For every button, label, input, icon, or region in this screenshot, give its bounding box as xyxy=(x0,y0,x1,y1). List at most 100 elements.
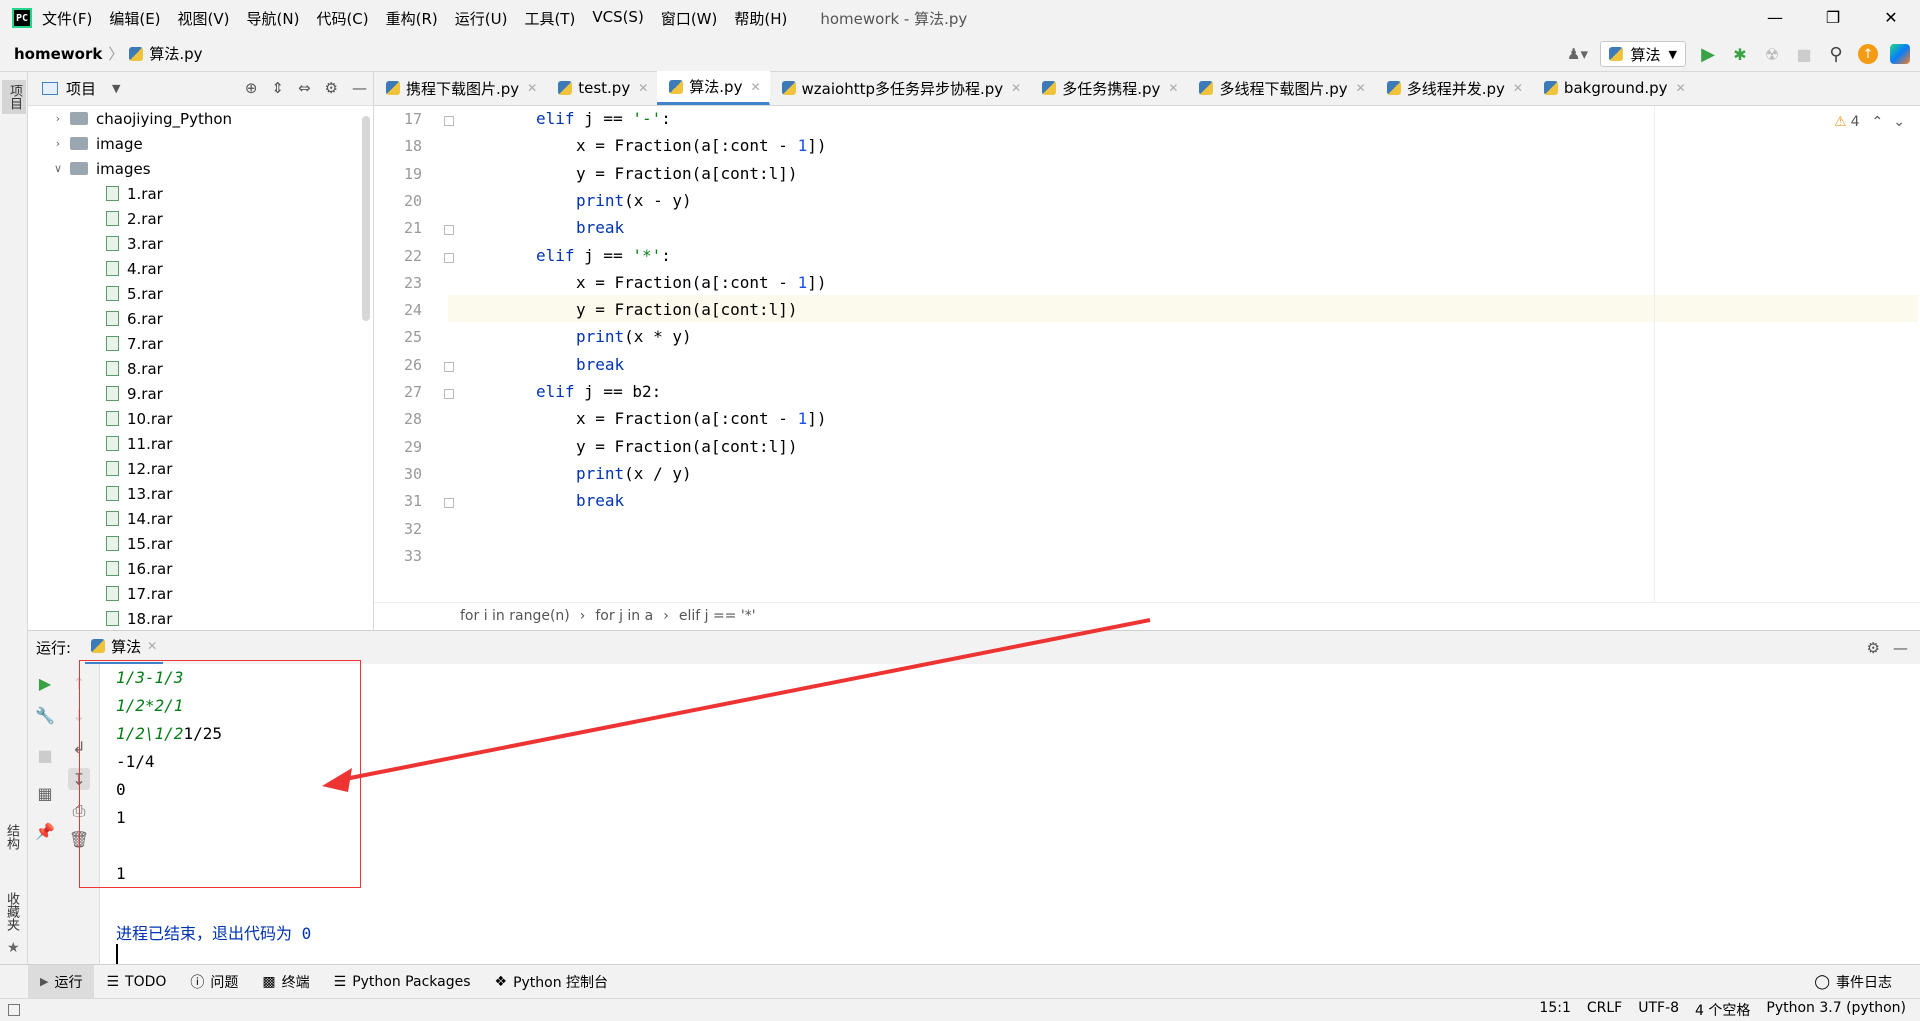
tree-file[interactable]: 8.rar xyxy=(28,356,358,381)
menu-tools[interactable]: 工具(T) xyxy=(524,8,575,29)
editor-tab[interactable]: 携程下载图片.py ✕ xyxy=(374,71,546,105)
chevron-down-icon[interactable]: ▼ xyxy=(112,82,120,95)
close-tab-icon[interactable]: ✕ xyxy=(1513,81,1523,95)
indent-setting[interactable]: 4 个空格 xyxy=(1695,1000,1750,1020)
chevron-right-icon[interactable]: › xyxy=(50,137,66,150)
collapse-all-icon[interactable]: ⇔ xyxy=(298,79,311,97)
bottom-tab-python-packages[interactable]: ☰ Python Packages xyxy=(322,965,483,999)
tree-folder[interactable]: › image xyxy=(28,131,358,156)
breadcrumb-file[interactable]: 算法.py xyxy=(149,43,202,64)
editor-tab[interactable]: 多任务携程.py ✕ xyxy=(1030,71,1187,105)
close-tab-icon[interactable]: ✕ xyxy=(1356,81,1366,95)
breadcrumb-for-i[interactable]: for i in range(n) xyxy=(460,608,570,624)
coverage-icon[interactable]: ☢ xyxy=(1762,44,1782,64)
python-interpreter[interactable]: Python 3.7 (python) xyxy=(1766,1000,1906,1020)
menu-help[interactable]: 帮助(H) xyxy=(734,8,787,29)
chevron-down-icon[interactable]: ⌄ xyxy=(1893,114,1905,130)
menu-file[interactable]: 文件(F) xyxy=(42,8,92,29)
tree-file[interactable]: 5.rar xyxy=(28,281,358,306)
breadcrumb-project[interactable]: homework xyxy=(14,45,102,63)
fold-marker-icon[interactable] xyxy=(444,361,454,372)
tool-tab-project[interactable]: 项目 xyxy=(2,80,26,114)
close-tab-icon[interactable]: ✕ xyxy=(1168,81,1178,95)
menu-window[interactable]: 窗口(W) xyxy=(661,8,718,29)
tree-file[interactable]: 3.rar xyxy=(28,231,358,256)
tree-file[interactable]: 6.rar xyxy=(28,306,358,331)
tree-file[interactable]: 17.rar xyxy=(28,581,358,606)
caret-position[interactable]: 15:1 xyxy=(1539,1000,1570,1020)
tree-file[interactable]: 4.rar xyxy=(28,256,358,281)
update-icon[interactable]: ↑ xyxy=(1858,44,1878,64)
fold-marker-icon[interactable] xyxy=(444,252,454,263)
wrench-icon[interactable]: 🔧 xyxy=(34,704,56,726)
fold-marker-icon[interactable] xyxy=(444,116,454,126)
close-tab-icon[interactable]: ✕ xyxy=(147,639,157,653)
stop-icon[interactable]: ■ xyxy=(1794,44,1814,64)
file-encoding[interactable]: UTF-8 xyxy=(1638,1000,1679,1020)
tool-tab-favorites[interactable]: 收藏夹 xyxy=(2,892,21,931)
tree-file[interactable]: 2.rar xyxy=(28,206,358,231)
close-tab-icon[interactable]: ✕ xyxy=(527,81,537,95)
editor-tab[interactable]: 多线程下载图片.py ✕ xyxy=(1187,71,1374,105)
debug-icon[interactable]: ✱ xyxy=(1730,44,1750,64)
menu-vcs[interactable]: VCS(S) xyxy=(592,8,643,29)
expand-all-icon[interactable]: ⇕ xyxy=(271,79,284,97)
fold-marker-icon[interactable] xyxy=(444,389,454,399)
chevron-right-icon[interactable]: › xyxy=(50,112,66,125)
layout-icon[interactable]: ▦ xyxy=(34,782,56,804)
editor-tab[interactable]: 多线程并发.py ✕ xyxy=(1375,71,1532,105)
tree-file[interactable]: 1.rar xyxy=(28,181,358,206)
restore-icon[interactable]: ❐ xyxy=(1804,0,1862,36)
tool-tab-structure[interactable]: 结构 xyxy=(2,824,21,850)
tree-file[interactable]: 16.rar xyxy=(28,556,358,581)
tree-file[interactable]: 18.rar xyxy=(28,606,358,631)
close-icon[interactable]: ✕ xyxy=(1862,0,1920,36)
tree-file[interactable]: 9.rar xyxy=(28,381,358,406)
bottom-tab-problems[interactable]: ⓘ 问题 xyxy=(178,965,250,999)
jetbrains-icon[interactable] xyxy=(1890,44,1910,64)
tree-file[interactable]: 7.rar xyxy=(28,331,358,356)
editor-tab[interactable]: bakground.py ✕ xyxy=(1532,71,1695,105)
warnings-indicator[interactable]: ⚠ 4 ⌃ ⌄ xyxy=(1834,114,1905,130)
close-tab-icon[interactable]: ✕ xyxy=(1011,81,1021,95)
tree-file[interactable]: 15.rar xyxy=(28,531,358,556)
event-log-button[interactable]: ◯ 事件日志 xyxy=(1802,965,1904,999)
chevron-down-icon[interactable]: ∨ xyxy=(50,162,66,175)
close-tab-icon[interactable]: ✕ xyxy=(638,81,648,95)
breadcrumb-for-j[interactable]: for j in a xyxy=(595,608,653,624)
menu-refactor[interactable]: 重构(R) xyxy=(386,8,438,29)
menu-navigate[interactable]: 导航(N) xyxy=(247,8,300,29)
tree-file[interactable]: 10.rar xyxy=(28,406,358,431)
fold-marker-icon[interactable] xyxy=(444,498,454,509)
minimize-icon[interactable]: — xyxy=(1746,0,1804,36)
code-editor[interactable]: 17 18 19 20 21 22 23 24 25 26 27 28 29 30 31 32 33 elif … xyxy=(374,106,1920,602)
tree-file[interactable]: 14.rar xyxy=(28,506,358,531)
editor-tab[interactable]: 算法.py ✕ xyxy=(657,71,770,105)
bottom-tab-terminal[interactable]: ▩ 终端 xyxy=(250,965,321,999)
bottom-tab-python-console[interactable]: ❖ Python 控制台 xyxy=(483,965,621,999)
editor-tab[interactable]: wzaiohttp多任务异步协程.py ✕ xyxy=(770,71,1031,105)
editor-tab[interactable]: test.py ✕ xyxy=(546,71,657,105)
tree-file[interactable]: 13.rar xyxy=(28,481,358,506)
chevron-up-icon[interactable]: ⌃ xyxy=(1871,114,1883,130)
project-panel-title[interactable]: 项目 xyxy=(66,78,96,99)
tree-file[interactable]: 12.rar xyxy=(28,456,358,481)
menu-code[interactable]: 代码(C) xyxy=(316,8,368,29)
user-icon[interactable]: ♟▾ xyxy=(1567,44,1588,64)
fold-marker-icon[interactable] xyxy=(444,225,454,236)
stop-icon[interactable]: ■ xyxy=(34,744,56,766)
close-tab-icon[interactable]: ✕ xyxy=(1676,81,1686,95)
run-config-select[interactable]: 算法 ▼ xyxy=(1599,41,1686,67)
toggle-panels-icon[interactable] xyxy=(8,1004,20,1016)
menu-view[interactable]: 视图(V) xyxy=(178,8,230,29)
menu-edit[interactable]: 编辑(E) xyxy=(109,8,160,29)
search-icon[interactable]: ⚲ xyxy=(1826,44,1846,65)
rerun-icon[interactable]: ▶ xyxy=(34,672,56,694)
bottom-tab-run[interactable]: ▶ 运行 xyxy=(28,964,95,999)
menu-run[interactable]: 运行(U) xyxy=(455,8,508,29)
settings-gear-icon[interactable]: ⚙ xyxy=(1867,639,1880,657)
run-console[interactable]: 1/3-1/3 1/2*2/1 1/2\1/21/25 -1/4 0 1 1 进… xyxy=(100,664,1920,966)
line-separator[interactable]: CRLF xyxy=(1587,1000,1622,1020)
tree-folder[interactable]: › chaojiying_Python xyxy=(28,106,358,131)
hide-icon[interactable]: — xyxy=(352,79,367,97)
